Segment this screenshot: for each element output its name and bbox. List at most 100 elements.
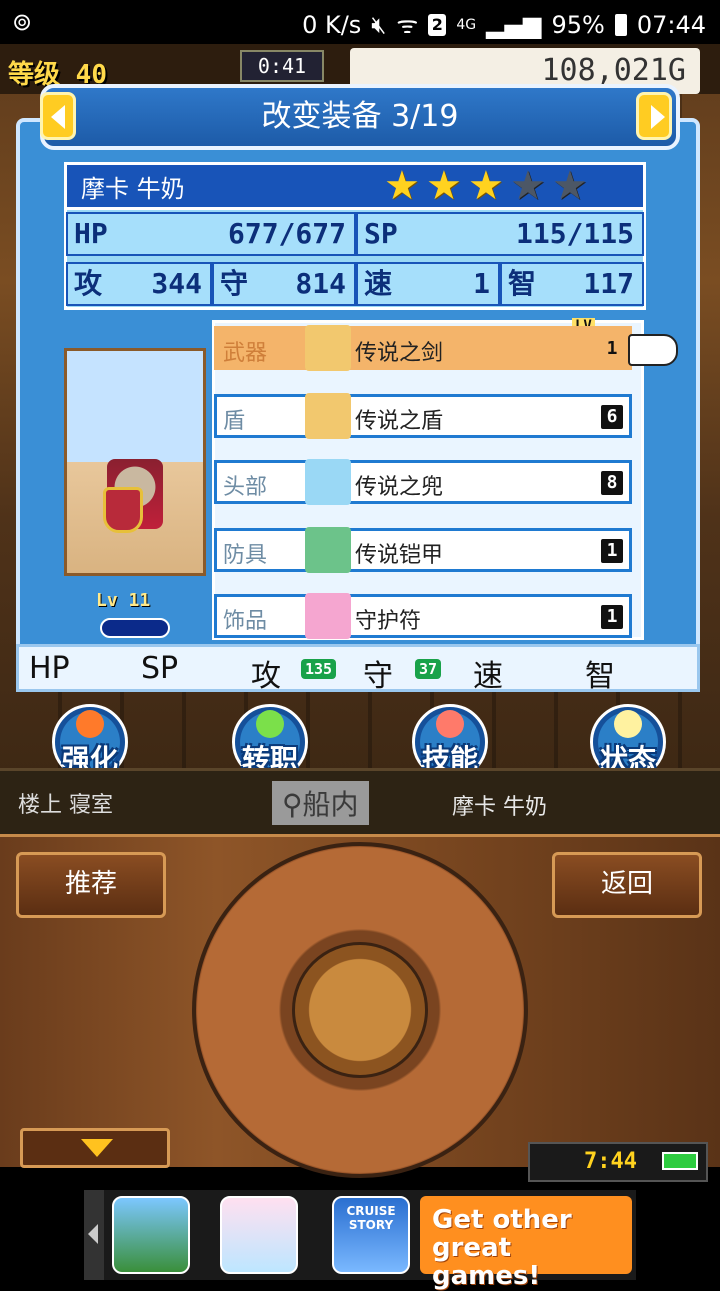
area-name: 船内 (302, 788, 359, 821)
item-level: 1 (601, 605, 623, 629)
battery-icon (614, 13, 627, 36)
star-icon: ★ (468, 163, 504, 209)
scroll-down-button[interactable] (20, 1128, 170, 1168)
flame-icon (436, 710, 464, 738)
game-timer: 0:41 (240, 50, 324, 82)
wifi-icon: ᯤ (396, 11, 419, 39)
stat-defense-value: 814 (295, 267, 346, 300)
stat-defense: 守 814 (212, 262, 356, 306)
exp-bar (100, 618, 170, 638)
game-clock: 7:44 (528, 1142, 708, 1182)
network-speed: 0 K/s (302, 10, 362, 39)
sim-badge: 2 (428, 13, 447, 36)
stat-sp-label: SP (364, 217, 398, 250)
panel-title: 改变装备 3/19 (40, 84, 680, 150)
item-level: 8 (601, 471, 623, 495)
star-icon: ★ (510, 163, 546, 209)
strip-defense-bonus: 37 (415, 659, 442, 679)
star-icon: ★ (552, 163, 588, 209)
strip-defense: 守 (363, 659, 393, 694)
strip-hp: HP (29, 651, 70, 686)
shield-sprite (103, 487, 143, 533)
dpad-center-button[interactable] (292, 942, 428, 1078)
stat-speed: 速 1 (356, 262, 500, 306)
stat-sp-value: 115/115 (515, 217, 634, 250)
equip-slot-row[interactable]: 盾 传说之盾 6 (214, 393, 632, 439)
star-rating: ★ ★ ★ ★ ★ (384, 166, 592, 206)
ad-game-tile-3[interactable]: CRUISE STORY (332, 1196, 410, 1274)
location-bar: 楼上 寝室 ⚲船内 摩卡 牛奶 (0, 768, 720, 834)
equip-slot-row[interactable]: 饰品 守护符 1 (214, 593, 632, 639)
ad-game-tile-2[interactable] (220, 1196, 298, 1274)
stat-intelligence-value: 117 (583, 267, 634, 300)
potion-icon (256, 710, 284, 738)
slot-name: 武器 (223, 341, 268, 366)
ad-cta-line1: Get other (432, 1205, 572, 1235)
stat-hp-label: HP (74, 217, 108, 250)
slot-name: 饰品 (223, 609, 268, 634)
item-name: 守护符 (355, 609, 422, 634)
stat-attack: 攻 344 (66, 262, 212, 306)
slot-name: 防具 (223, 543, 268, 568)
stat-speed-label: 速 (364, 267, 393, 300)
battery-percent: 95% (551, 10, 605, 39)
strip-speed: 速 (473, 659, 503, 694)
item-icon (305, 593, 351, 639)
character-portrait (64, 348, 206, 576)
item-name: 传说之剑 (355, 341, 444, 366)
item-level: 1 (601, 539, 623, 563)
ad-prev-arrow-icon[interactable] (84, 1190, 104, 1280)
item-name: 传说之盾 (355, 409, 444, 434)
status-right: 0 K/s 🔇︎ ᯤ 2 4G ▂▄▆ 95% 07:44 (302, 8, 706, 41)
stat-attack-value: 344 (151, 267, 202, 300)
signal-type: 4G (456, 16, 477, 33)
item-icon (305, 393, 351, 439)
status-bar: ⊚ 0 K/s 🔇︎ ᯤ 2 4G ▂▄▆ 95% 07:44 (0, 0, 720, 44)
next-character-button[interactable] (636, 92, 672, 140)
stat-intelligence: 智 117 (500, 262, 644, 306)
item-name: 传说铠甲 (355, 543, 444, 568)
clock-time: 07:44 (636, 10, 706, 39)
slot-name: 盾 (223, 409, 246, 434)
item-icon (305, 325, 351, 371)
ad-cta-line2: great games! (432, 1233, 541, 1291)
ad-game-tile-1[interactable] (112, 1196, 190, 1274)
magnifier-icon: ⚲ (282, 788, 303, 821)
star-icon: ★ (384, 163, 420, 209)
ad-more-games-button[interactable]: Get other great games! (420, 1196, 632, 1290)
mute-icon: 🔇︎ (371, 10, 387, 39)
stat-hp: HP 677/677 (66, 212, 356, 256)
equip-slot-row[interactable]: 防具 传说铠甲 1 (214, 527, 632, 573)
back-button[interactable]: 返回 (552, 852, 702, 918)
area-tag: ⚲船内 (272, 781, 369, 825)
star-icon: ★ (426, 163, 462, 209)
prev-character-button[interactable] (40, 92, 76, 140)
hand-pointer-icon (628, 334, 678, 366)
game-clock-time: 7:44 (584, 1149, 637, 1174)
recommend-button[interactable]: 推荐 (16, 852, 166, 918)
room-name: 楼上 寝室 (18, 793, 113, 818)
strip-attack: 攻 (251, 659, 281, 694)
game-battery-icon (662, 1152, 698, 1170)
equip-slot-row[interactable]: 武器 传说之剑 1 (214, 325, 632, 371)
item-icon (305, 459, 351, 505)
stat-sp: SP 115/115 (356, 212, 644, 256)
stat-hp-value: 677/677 (227, 217, 346, 250)
item-name: 传说之兜 (355, 475, 444, 500)
item-level: 1 (606, 338, 618, 359)
up-arrow-icon (76, 710, 104, 738)
sparkle-icon (614, 710, 642, 738)
strip-sp: SP (141, 651, 179, 686)
signal-icon: ▂▄▆ (486, 10, 542, 39)
slot-name: 头部 (223, 475, 268, 500)
stat-attack-label: 攻 (74, 267, 103, 300)
strip-intelligence: 智 (585, 659, 615, 694)
item-icon (305, 527, 351, 573)
stat-defense-label: 守 (220, 267, 249, 300)
strip-attack-bonus: 135 (301, 659, 337, 679)
stat-intelligence-label: 智 (508, 267, 537, 300)
stat-compare-strip: HP SP 攻 135 守 37 速 智 (16, 644, 700, 694)
equip-slot-row[interactable]: 头部 传说之兜 8 (214, 459, 632, 505)
current-character-name: 摩卡 牛奶 (452, 795, 547, 820)
item-level: 6 (601, 405, 623, 429)
